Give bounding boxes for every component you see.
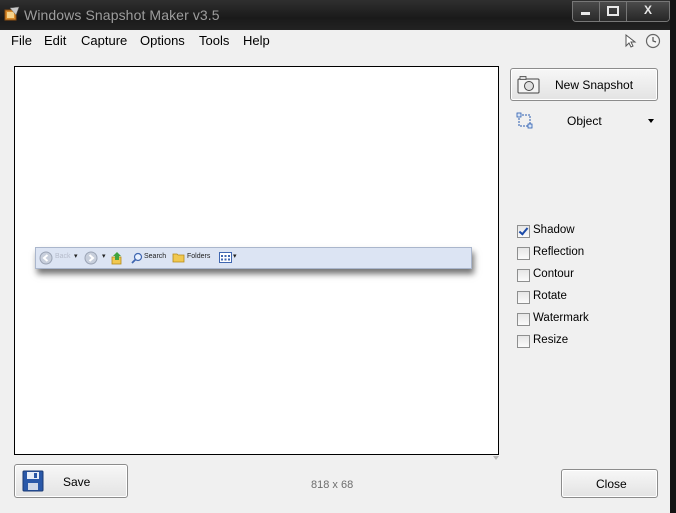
capture-mode-dropdown[interactable]: Object: [540, 112, 660, 130]
app-window: Windows Snapshot Maker v3.5 X File Edit …: [0, 0, 676, 513]
forward-arrow-icon: [84, 251, 98, 265]
menu-file[interactable]: File: [11, 33, 32, 48]
close-label: Close: [596, 477, 627, 491]
back-label: Back: [55, 253, 71, 260]
search-icon: [131, 252, 143, 264]
camera-icon: [517, 76, 540, 94]
dropdown-arrow-icon: ▾: [102, 253, 106, 260]
menu-options[interactable]: Options: [140, 33, 185, 48]
back-arrow-icon: [39, 251, 53, 265]
cursor-icon[interactable]: [622, 33, 638, 49]
menu-bar: File Edit Capture Options Tools Help: [0, 30, 670, 52]
snapshot-preview[interactable]: Back ▾ ▾ Search Folders ▾: [14, 66, 499, 455]
title-bar[interactable]: Windows Snapshot Maker v3.5 X: [0, 0, 676, 30]
reflection-checkbox[interactable]: [517, 247, 530, 260]
close-icon: X: [643, 3, 652, 17]
shadow-checkbox[interactable]: [517, 225, 530, 238]
menu-help[interactable]: Help: [243, 33, 270, 48]
floppy-disk-icon: [22, 470, 44, 492]
resize-checkbox[interactable]: [517, 335, 530, 348]
resize-grip-icon[interactable]: [492, 455, 500, 461]
capture-mode-value: Object: [567, 114, 602, 128]
minimize-icon: [581, 12, 590, 15]
new-snapshot-label: New Snapshot: [555, 78, 634, 92]
contour-checkbox[interactable]: [517, 269, 530, 282]
menu-capture[interactable]: Capture: [81, 33, 127, 48]
caption-buttons: X: [572, 1, 670, 22]
captured-toolbar-image: Back ▾ ▾ Search Folders ▾: [35, 247, 472, 269]
menu-edit[interactable]: Edit: [44, 33, 66, 48]
window-border: [670, 0, 676, 513]
close-button[interactable]: Close: [561, 469, 658, 498]
object-select-icon: [516, 112, 533, 129]
window-title: Windows Snapshot Maker v3.5: [24, 7, 220, 23]
close-window-button[interactable]: X: [627, 2, 669, 21]
option-label: Reflection: [533, 246, 585, 258]
minimize-button[interactable]: [573, 2, 600, 21]
menu-tools[interactable]: Tools: [199, 33, 229, 48]
maximize-icon: [607, 6, 619, 16]
option-label: Contour: [533, 268, 574, 280]
folders-icon: [172, 253, 185, 263]
save-label: Save: [63, 475, 91, 489]
up-folder-icon: [111, 252, 122, 265]
option-label: Rotate: [533, 290, 567, 302]
maximize-button[interactable]: [600, 2, 627, 21]
option-label: Shadow: [533, 224, 575, 236]
dropdown-arrow-icon: ▾: [74, 253, 78, 260]
views-icon: [219, 252, 232, 263]
rotate-checkbox[interactable]: [517, 291, 530, 304]
new-snapshot-button[interactable]: New Snapshot: [510, 68, 658, 101]
chevron-down-icon: [648, 119, 654, 123]
clock-icon[interactable]: [645, 33, 661, 49]
search-label: Search: [144, 253, 167, 260]
save-button[interactable]: Save: [14, 464, 128, 498]
watermark-checkbox[interactable]: [517, 313, 530, 326]
image-dimensions: 818 x 68: [311, 479, 354, 491]
option-label: Watermark: [533, 312, 589, 324]
app-icon: [4, 6, 20, 21]
option-label: Resize: [533, 334, 569, 346]
folders-label: Folders: [187, 253, 211, 260]
dropdown-arrow-icon: ▾: [233, 253, 237, 260]
